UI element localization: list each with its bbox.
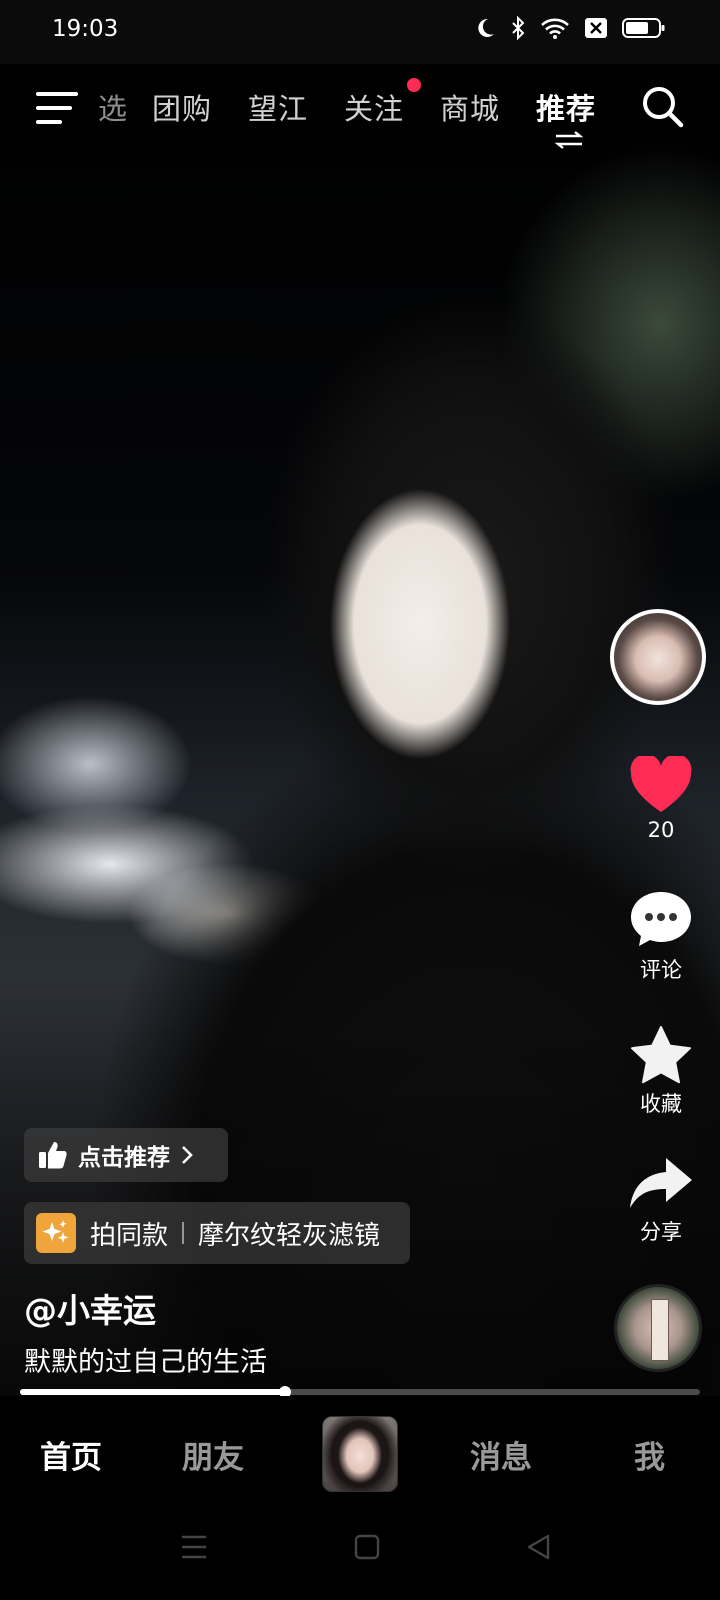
disc-cover-image (651, 1299, 669, 1361)
comment-icon (631, 892, 691, 946)
comment-label: 评论 (640, 958, 682, 982)
star-icon (631, 1026, 691, 1084)
battery-icon (622, 17, 666, 43)
filter-name: 摩尔纹轻灰滤镜 (198, 1220, 381, 1251)
tab-friends[interactable]: 朋友 (182, 1432, 244, 1477)
bottom-tab-bar: 首页 朋友 消息 我 (0, 1396, 720, 1496)
like-count: 20 (647, 818, 675, 842)
music-disc[interactable] (614, 1284, 702, 1372)
swap-icon[interactable] (554, 130, 584, 150)
recommend-label: 点击推荐 (78, 1145, 170, 1171)
top-nav: 选 团购 望江 关注 商城 推荐 (0, 64, 720, 154)
filter-divider (182, 1222, 185, 1244)
sparkle-icon (36, 1213, 76, 1253)
thumbs-up-icon (39, 1142, 67, 1169)
tab-featured[interactable]: 选 (98, 86, 128, 128)
tab-group-buy[interactable]: 团购 (152, 86, 212, 128)
share-arrow-icon (630, 1158, 692, 1208)
wifi-icon (540, 17, 570, 43)
heart-icon (630, 756, 692, 812)
like-button[interactable]: 20 (620, 756, 702, 842)
tab-mall[interactable]: 商城 (440, 86, 500, 128)
system-nav-bar (0, 1496, 720, 1600)
chevron-right-icon (182, 1146, 193, 1164)
favorite-label: 收藏 (640, 1092, 682, 1116)
back-icon[interactable] (526, 1534, 552, 1564)
share-button[interactable]: 分享 (620, 1156, 702, 1246)
video-progress-bar[interactable] (20, 1386, 700, 1398)
tab-home[interactable]: 首页 (40, 1432, 102, 1477)
moon-icon (474, 17, 496, 43)
recents-icon[interactable] (180, 1534, 208, 1564)
video-progress-fill (20, 1389, 286, 1395)
video-caption: 默默的过自己的生活 (24, 1347, 267, 1378)
tab-recommend[interactable]: 推荐 (536, 86, 596, 128)
tab-following[interactable]: 关注 (344, 86, 404, 128)
status-bar: 19:03 (0, 0, 720, 64)
status-icons (474, 15, 666, 44)
tab-me[interactable]: 我 (634, 1432, 665, 1477)
filter-action-label: 拍同款 (90, 1220, 169, 1251)
create-button[interactable] (322, 1416, 398, 1492)
sim-x-icon (584, 17, 608, 43)
status-time: 19:03 (52, 16, 119, 42)
filter-pill[interactable]: 拍同款 摩尔纹轻灰滤镜 (24, 1202, 410, 1264)
tab-messages[interactable]: 消息 (470, 1432, 532, 1477)
recommend-pill[interactable]: 点击推荐 (24, 1128, 228, 1182)
search-icon[interactable] (640, 84, 686, 130)
tab-local[interactable]: 望江 (248, 86, 308, 128)
home-icon[interactable] (354, 1534, 380, 1564)
notification-dot (407, 78, 421, 92)
comment-button[interactable]: 评论 (620, 888, 702, 984)
menu-icon[interactable] (36, 90, 78, 126)
bluetooth-icon (510, 15, 526, 44)
share-label: 分享 (640, 1220, 682, 1244)
favorite-button[interactable]: 收藏 (620, 1024, 702, 1118)
author-avatar[interactable] (610, 609, 706, 705)
video-player[interactable] (0, 64, 720, 1396)
author-name[interactable]: @小幸运 (24, 1284, 156, 1332)
